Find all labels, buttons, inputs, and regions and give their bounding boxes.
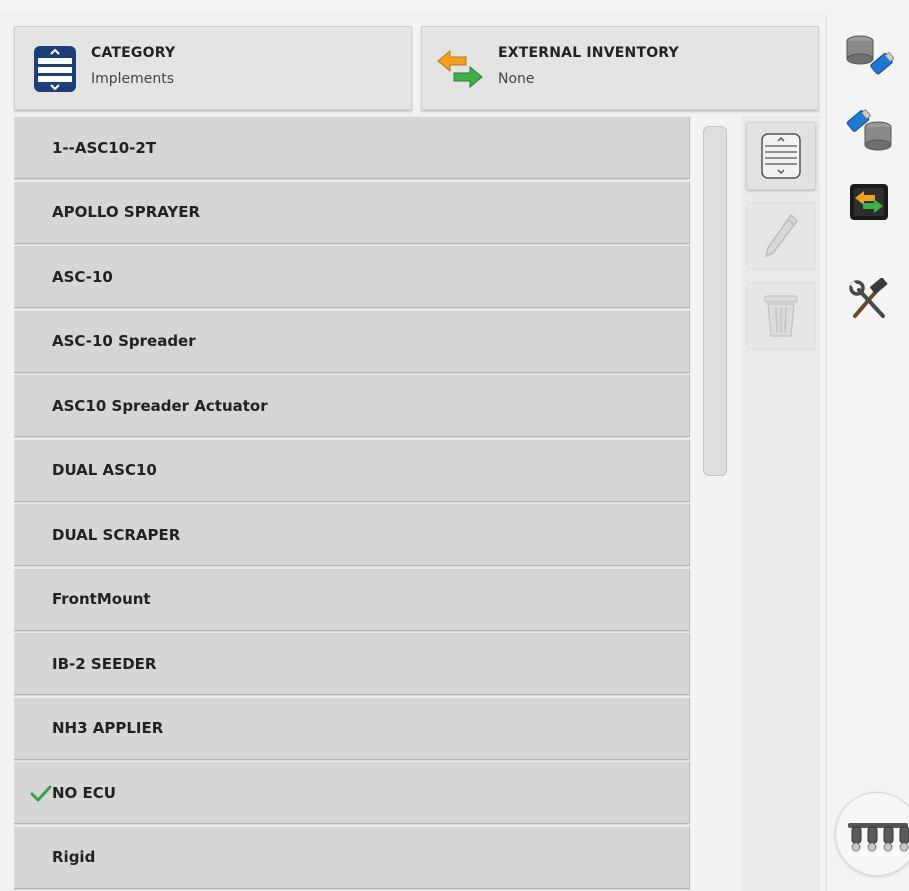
list-item[interactable]: 1--ASC10-2T <box>14 116 690 179</box>
list-item[interactable]: APOLLO SPRAYER <box>14 180 690 244</box>
app-window: CATEGORY Implements EXTERNAL INVENTORY N… <box>0 0 909 891</box>
list-item[interactable]: DUAL ASC10 <box>14 438 690 502</box>
external-inventory-value: None <box>498 71 535 87</box>
top-strip <box>0 0 909 14</box>
list-item-label: NO ECU <box>52 783 116 802</box>
trash-icon <box>764 295 798 337</box>
list-item[interactable]: ASC-10 Spreader <box>14 309 690 373</box>
list-item[interactable]: ASC10 Spreader Actuator <box>14 374 690 437</box>
list-item-label: APOLLO SPRAYER <box>52 203 201 221</box>
list-item-label: ASC-10 <box>52 267 113 286</box>
list-selector-icon <box>761 133 801 179</box>
seeder-implement-icon <box>848 823 909 852</box>
database-to-usb-icon <box>846 35 894 75</box>
delete-button[interactable] <box>746 282 816 350</box>
list-item-label: NH3 APPLIER <box>52 719 164 737</box>
list-item[interactable]: DUAL SCRAPER <box>14 503 690 566</box>
list-item-label: ASC-10 Spreader <box>52 332 196 350</box>
edit-button[interactable] <box>746 202 816 270</box>
list-item-label: Rigid <box>52 848 96 866</box>
transfer-arrows-icon <box>437 49 483 89</box>
external-inventory-selector[interactable]: EXTERNAL INVENTORY None <box>421 26 819 110</box>
list-scrollbar[interactable] <box>703 126 727 476</box>
right-sidebar <box>826 14 909 891</box>
category-title: CATEGORY <box>91 45 176 61</box>
list-item-label: DUAL ASC10 <box>52 461 157 479</box>
export-to-usb-button[interactable] <box>839 102 899 158</box>
list-item-label: 1--ASC10-2T <box>52 138 157 157</box>
tools-button[interactable] <box>839 272 899 328</box>
transfer-arrows-icon <box>850 184 888 220</box>
hammer-wrench-icon <box>849 278 888 318</box>
implement-menu-button[interactable] <box>835 792 909 876</box>
pencil-icon <box>764 213 798 258</box>
list-item[interactable]: NO ECU <box>14 761 690 824</box>
usb-to-database-icon <box>846 109 892 151</box>
import-from-usb-button[interactable] <box>839 28 899 84</box>
category-selector[interactable]: CATEGORY Implements <box>14 26 412 110</box>
list-item-label: ASC10 Spreader Actuator <box>52 396 268 415</box>
list-item[interactable]: FrontMount <box>14 567 690 631</box>
list-selector-icon <box>34 46 76 92</box>
list-item-label: DUAL SCRAPER <box>52 525 181 544</box>
external-inventory-title: EXTERNAL INVENTORY <box>498 45 679 61</box>
transfer-button[interactable] <box>839 174 899 230</box>
implement-list: 1--ASC10-2T APOLLO SPRAYER ASC-10 ASC-10 Sp… <box>14 116 692 891</box>
select-list-button[interactable] <box>746 122 816 190</box>
checkmark-icon <box>30 785 52 801</box>
list-item[interactable]: IB-2 SEEDER <box>14 632 690 695</box>
list-item-label: IB-2 SEEDER <box>52 654 157 673</box>
action-column <box>742 116 820 891</box>
list-item-label: FrontMount <box>52 590 151 608</box>
category-value: Implements <box>91 71 175 87</box>
list-item[interactable]: ASC-10 <box>14 245 690 308</box>
list-item[interactable]: NH3 APPLIER <box>14 696 690 760</box>
list-item[interactable]: Rigid <box>14 825 690 889</box>
